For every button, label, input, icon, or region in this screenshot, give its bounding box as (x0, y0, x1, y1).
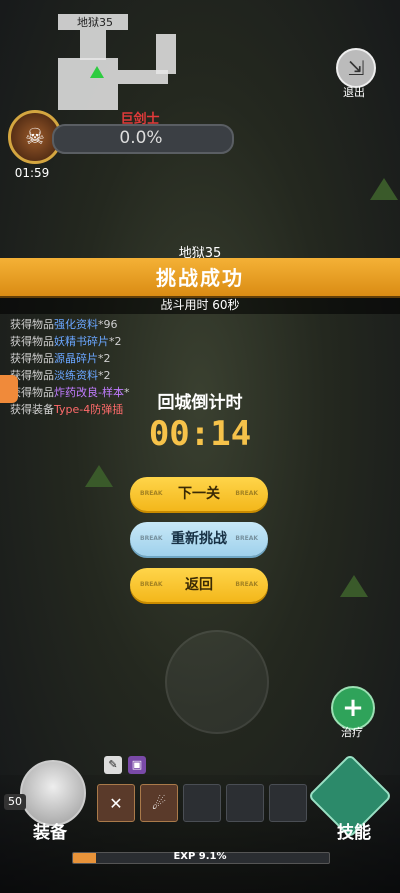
retry-label: 重新挑战 (171, 531, 227, 547)
heal-label: 治疗 (341, 726, 363, 739)
map-stage-label: 地狱35 (77, 16, 113, 29)
player-portrait[interactable] (20, 760, 86, 826)
loot-row: 获得物品源晶碎片*2 (10, 352, 111, 365)
bush-decoration (340, 575, 368, 597)
running-man-icon: ⇲ (347, 56, 365, 80)
claw-skill-icon: ☄ (151, 793, 167, 813)
loot-row: 获得物品淡练资料*2 (10, 369, 111, 382)
loot-row: 获得物品强化资料*96 (10, 318, 118, 331)
bag-icon[interactable]: ▣ (128, 756, 146, 774)
battle-time: 战斗用时 60秒 (0, 296, 400, 314)
return-button[interactable]: BREAK 返回 BREAK (130, 568, 268, 602)
next-stage-button[interactable]: BREAK 下一关 BREAK (130, 477, 268, 511)
break-deco: BREAK (235, 581, 258, 588)
countdown-time: 00:14 (148, 414, 252, 454)
next-stage-label: 下一关 (178, 486, 220, 502)
boss-health-percent: 0.0% (119, 128, 163, 148)
equip-button[interactable]: 装备 (26, 818, 74, 843)
retry-button[interactable]: BREAK 重新挑战 BREAK (130, 522, 268, 556)
skill-label[interactable]: 技能 (330, 818, 378, 843)
skill-slot[interactable]: ✕ (97, 784, 135, 822)
slash-skill-icon: ✕ (109, 793, 123, 813)
bush-decoration (85, 465, 113, 487)
break-deco: BREAK (140, 581, 163, 588)
skill-slot[interactable]: ☄ (140, 784, 178, 822)
break-deco: BREAK (235, 490, 258, 497)
break-deco: BREAK (140, 490, 163, 497)
break-deco: BREAK (235, 535, 258, 542)
auto-toggle-icon[interactable]: ✎ (104, 756, 122, 774)
bush-decoration (370, 178, 398, 200)
player-position-icon (90, 66, 104, 78)
boss-timer: 01:59 (14, 166, 50, 180)
result-title: 挑战成功 (156, 266, 244, 290)
player-level: 50 (4, 794, 26, 810)
exit-button[interactable]: ⇲ (336, 48, 376, 88)
return-label: 返回 (185, 577, 213, 593)
exp-text: EXP 9.1% (173, 851, 227, 862)
skill-slot-empty[interactable] (226, 784, 264, 822)
plus-icon: + (342, 693, 364, 723)
break-deco: BREAK (140, 535, 163, 542)
virtual-joystick[interactable] (165, 630, 269, 734)
skill-slot-empty[interactable] (269, 784, 307, 822)
countdown-label: 回城倒计时 (157, 393, 243, 413)
boss-name: 巨剑士 (120, 112, 160, 127)
loot-row: 获得物品妖精书碎片*2 (10, 335, 122, 348)
exit-label: 退出 (343, 86, 365, 99)
skull-icon: ☠ (25, 124, 45, 150)
skill-slot-empty[interactable] (183, 784, 221, 822)
